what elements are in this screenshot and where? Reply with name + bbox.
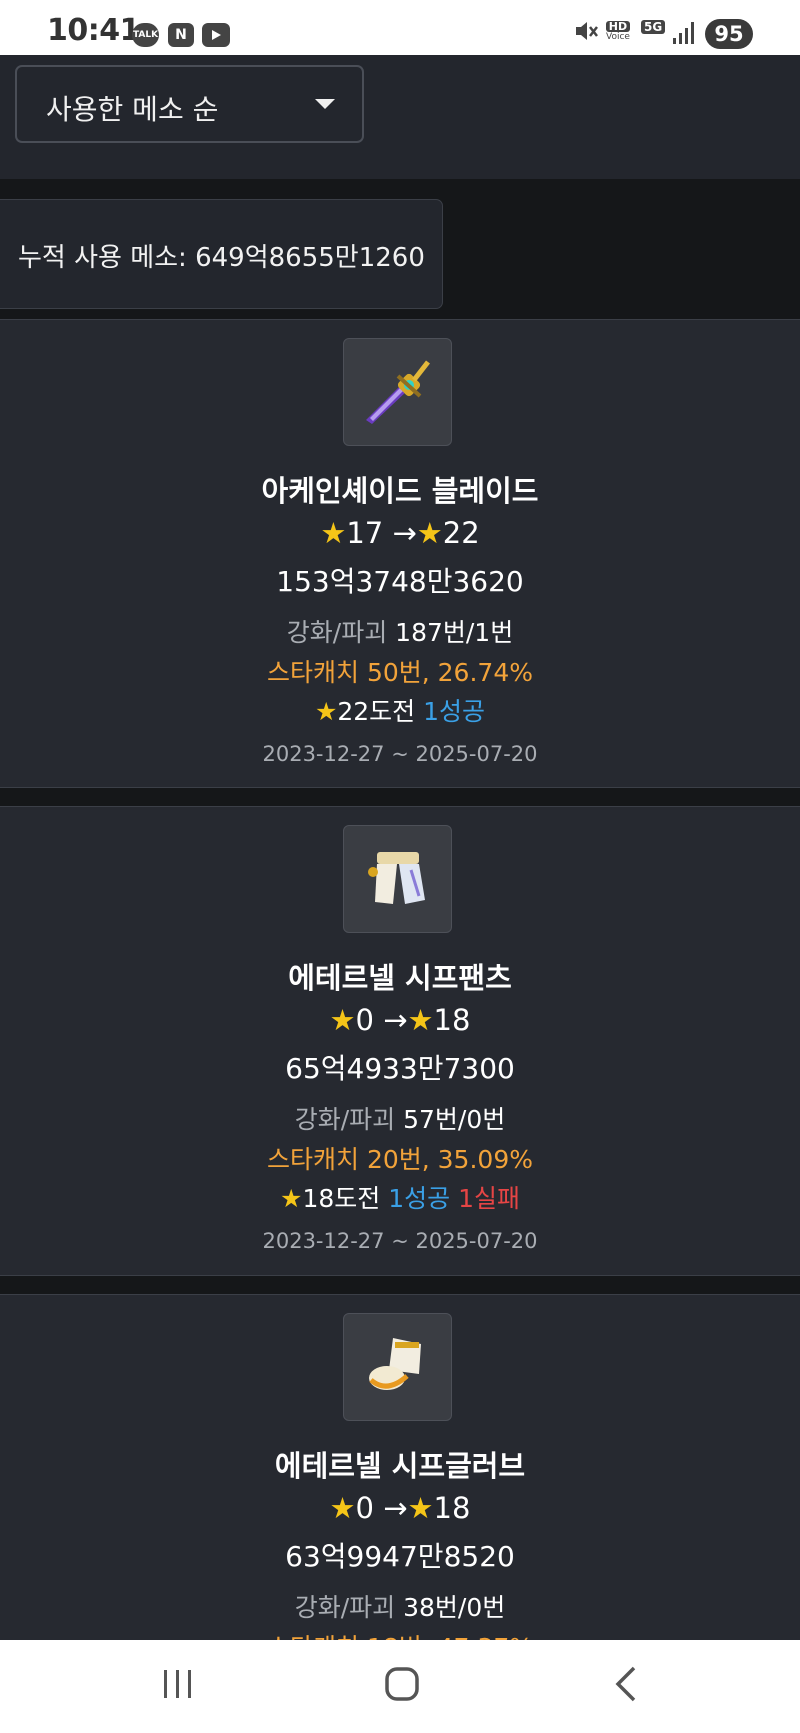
date-range: 2023-12-27 ~ 2025-07-20 (262, 1229, 538, 1253)
to-star: 18 (433, 1491, 471, 1525)
caret-down-icon (315, 99, 335, 109)
naver-icon: N (168, 23, 194, 47)
enhance-label: 강화/파괴 (294, 1105, 396, 1134)
enhance-row: 강화/파괴 187번/1번 (0, 613, 800, 649)
signal-icon (672, 20, 696, 50)
challenge-row: ★18도전 1성공 1실패 (0, 1179, 800, 1215)
home-button[interactable] (372, 1662, 432, 1710)
star-icon: ★ (320, 516, 347, 550)
battery-icon: 95 (705, 19, 753, 49)
item-name: 아케인셰이드 블레이드 (261, 474, 539, 508)
to-star: 22 (442, 516, 480, 550)
5g-icon: 5G (641, 20, 666, 34)
item-card[interactable]: 에테르넬 시프글러브 ★0 →★18 63억9947만8520 강화/파괴 38… (0, 1294, 800, 1662)
sword-icon (360, 354, 436, 430)
to-star: 18 (433, 1003, 471, 1037)
arrow-icon: → (383, 1491, 408, 1525)
back-button[interactable] (596, 1662, 656, 1710)
item-card[interactable]: 에테르넬 시프팬츠 ★0 →★18 65억4933만7300 강화/파괴 57번… (0, 806, 800, 1276)
status-time: 10:41 (47, 13, 141, 48)
mute-icon (573, 18, 599, 48)
success-count: 1성공 (423, 697, 486, 726)
total-meso-text: 누적 사용 메소: 649억8655만1260 (18, 243, 425, 273)
challenge-star: 18도전 (302, 1184, 381, 1213)
enhance-label: 강화/파괴 (286, 618, 388, 647)
star-progress: ★0 →★18 (0, 1003, 800, 1037)
item-icon-box (343, 1313, 452, 1421)
from-star: 0 (355, 1003, 374, 1037)
glove-icon (363, 1330, 433, 1404)
success-count: 1성공 (388, 1184, 451, 1213)
star-icon: ★ (416, 516, 443, 550)
star-icon: ★ (329, 1491, 356, 1525)
total-summary-box: 누적 사용 메소: 649억8655만1260 (0, 199, 443, 309)
item-name: 에테르넬 시프글러브 (274, 1449, 526, 1483)
enhance-value: 38번/0번 (403, 1593, 506, 1622)
hd-voice-icon: HD Voice (606, 20, 630, 42)
enhance-value: 57번/0번 (403, 1105, 506, 1134)
home-icon (384, 1666, 420, 1706)
item-card[interactable]: 아케인셰이드 블레이드 ★17 →★22 153억3748만3620 강화/파괴… (0, 319, 800, 788)
recent-apps-button[interactable] (148, 1662, 208, 1710)
sort-area: 사용한 메소 순 (0, 55, 800, 179)
item-meso: 153억3748만3620 (276, 565, 524, 598)
star-progress: ★0 →★18 (0, 1491, 800, 1525)
sort-dropdown[interactable]: 사용한 메소 순 (15, 65, 364, 143)
item-icon-box (343, 825, 452, 933)
item-meso: 63억9947만8520 (285, 1540, 515, 1573)
status-bar: 10:41 TALK N HD Voice 5G 95 (0, 0, 800, 55)
enhance-row: 강화/파괴 38번/0번 (0, 1588, 800, 1624)
from-star: 17 (346, 516, 384, 550)
challenge-star: 22도전 (337, 697, 416, 726)
date-range: 2023-12-27 ~ 2025-07-20 (262, 742, 538, 766)
star-progress: ★17 →★22 (0, 516, 800, 550)
star-icon: ★ (329, 1003, 356, 1037)
item-meso: 65억4933만7300 (285, 1052, 515, 1085)
star-icon: ★ (314, 697, 338, 726)
starcatch-row: 스타캐치 20번, 35.09% (267, 1145, 533, 1174)
youtube-icon (202, 23, 230, 47)
navigation-bar (0, 1640, 800, 1733)
fail-count: 1실패 (458, 1184, 520, 1213)
challenge-row: ★22도전 1성공 (0, 692, 800, 728)
from-star: 0 (355, 1491, 374, 1525)
item-name: 에테르넬 시프팬츠 (288, 961, 512, 995)
enhance-row: 강화/파괴 57번/0번 (0, 1100, 800, 1136)
arrow-icon: → (383, 1003, 408, 1037)
enhance-value: 187번/1번 (395, 618, 514, 647)
talk-icon: TALK (132, 23, 159, 47)
starcatch-row: 스타캐치 50번, 26.74% (267, 658, 533, 687)
item-icon-box (343, 338, 452, 446)
pants-icon (363, 842, 433, 916)
arrow-icon: → (392, 516, 417, 550)
back-icon (612, 1665, 640, 1707)
recent-apps-icon (161, 1668, 195, 1704)
star-icon: ★ (407, 1491, 434, 1525)
star-icon: ★ (280, 1184, 303, 1213)
star-icon: ★ (407, 1003, 434, 1037)
sort-selected-value: 사용한 메소 순 (46, 93, 219, 126)
enhance-label: 강화/파괴 (294, 1593, 396, 1622)
